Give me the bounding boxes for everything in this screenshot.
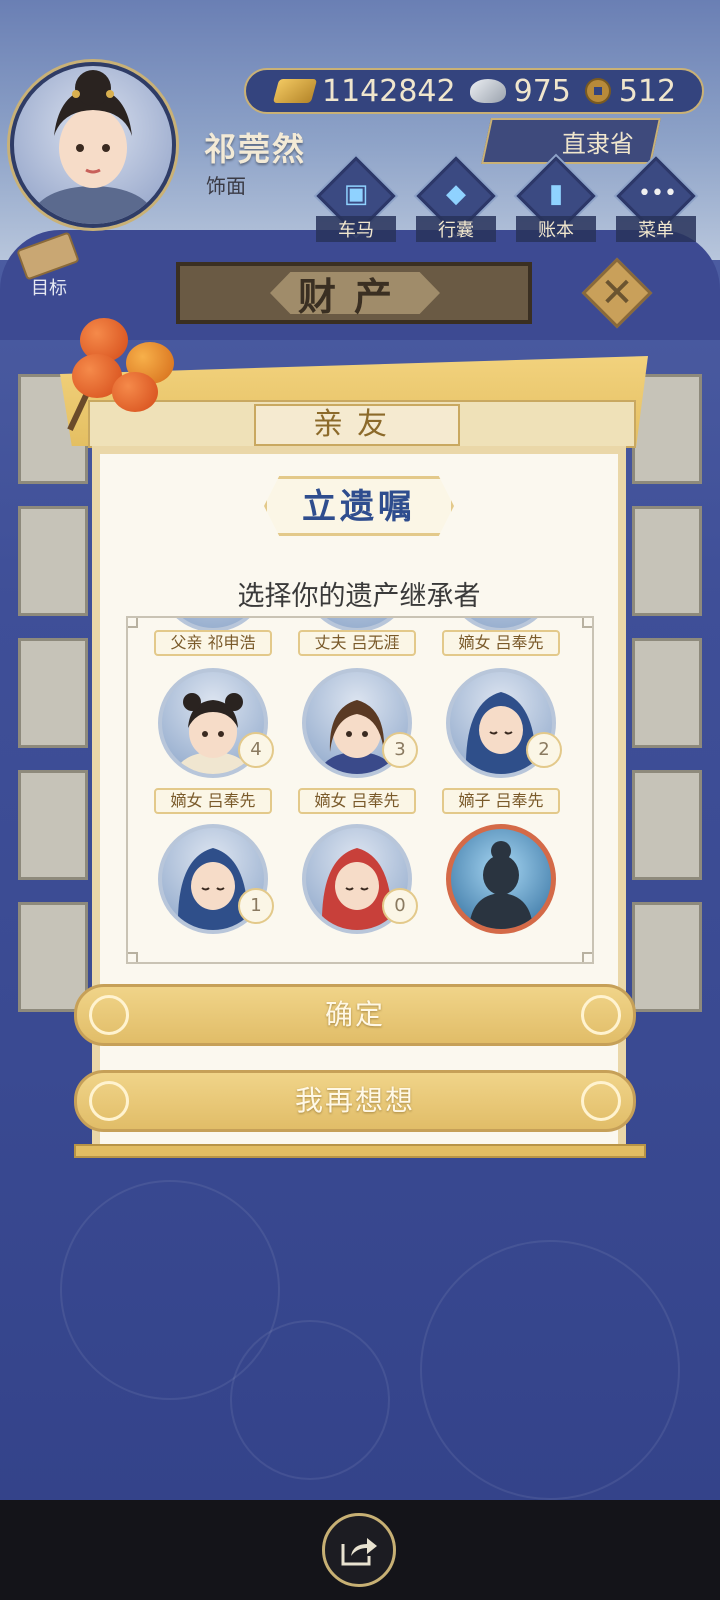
share-button[interactable] <box>322 1513 396 1587</box>
property-banner-label: 财产 <box>297 273 410 319</box>
close-icon: ✕ <box>600 270 634 316</box>
nav-carriage[interactable]: ▣ 车马 <box>316 156 396 242</box>
gold-ingot-icon <box>272 79 318 103</box>
button-ornament <box>89 995 129 1035</box>
copper-amount: 512 <box>618 73 677 109</box>
player-avatar[interactable] <box>10 62 176 228</box>
reconsider-button[interactable]: 我再想想 <box>74 1070 636 1132</box>
panel-corner <box>582 952 592 962</box>
property-banner: 财产 <box>176 262 532 324</box>
goal-label: 目标 <box>31 278 67 299</box>
goal-button[interactable]: 目标 <box>14 231 84 300</box>
heir-label: 嫡子 吕奉先 <box>442 788 560 814</box>
nav-label: 车马 <box>316 216 396 242</box>
heir-rank-badge: 4 <box>238 732 274 768</box>
heir-label: 嫡女 吕奉先 <box>154 788 272 814</box>
heir-label: 父亲 祁申浩 <box>154 630 272 656</box>
button-ornament <box>581 995 621 1035</box>
ledger-icon: ▮ <box>548 179 564 209</box>
heir-label: 嫡女 吕奉先 <box>442 630 560 656</box>
property-slot <box>18 506 88 616</box>
heir-list[interactable]: 父亲 祁申浩 丈夫 吕无涯 嫡女 吕奉先 4 3 2 嫡女 吕奉先 嫡女 吕奉先… <box>126 616 594 964</box>
location-button[interactable]: 直隶省 <box>481 118 661 164</box>
heir-prompt: 选择你的遗产继承者 <box>237 581 481 612</box>
dialog-base <box>74 1144 646 1158</box>
location-label: 直隶省 <box>562 129 634 158</box>
currency-bar: 1142842 975 512 <box>244 68 704 114</box>
button-ornament <box>581 1081 621 1121</box>
persimmon-icon <box>112 372 158 412</box>
player-title: 饰面 <box>206 174 246 198</box>
property-slot <box>632 902 702 1012</box>
player-name: 祁莞然 <box>204 130 307 168</box>
heir-silhouette[interactable] <box>446 824 556 934</box>
swirl-decoration <box>420 1240 680 1500</box>
heir-label: 嫡女 吕奉先 <box>298 788 416 814</box>
share-icon <box>341 1538 377 1566</box>
property-slot <box>18 638 88 748</box>
dialog-tab: 亲友 <box>254 404 460 446</box>
nav-label: 账本 <box>516 216 596 242</box>
confirm-button[interactable]: 确定 <box>74 984 636 1046</box>
property-slot <box>632 770 702 880</box>
panel-corner <box>128 952 138 962</box>
heir-rank-badge: 3 <box>382 732 418 768</box>
reconsider-label: 我再想想 <box>294 1084 415 1117</box>
property-slot <box>18 770 88 880</box>
property-slot <box>18 902 88 1012</box>
will-title: 立遗嘱 <box>264 476 454 536</box>
nav-row: ▣ 车马 ◆ 行囊 ▮ 账本 ••• 菜单 <box>316 156 696 242</box>
nav-menu[interactable]: ••• 菜单 <box>616 156 696 242</box>
confirm-label: 确定 <box>324 998 385 1031</box>
nav-label: 菜单 <box>616 216 696 242</box>
copper-coin-icon <box>584 78 611 104</box>
property-slot <box>632 638 702 748</box>
carriage-icon: ▣ <box>343 179 369 209</box>
nav-bag[interactable]: ◆ 行囊 <box>416 156 496 242</box>
bag-icon: ◆ <box>446 179 466 209</box>
button-ornament <box>89 1081 129 1121</box>
heir-rank-badge: 2 <box>526 732 562 768</box>
property-slot <box>632 506 702 616</box>
heir-label: 丈夫 吕无涯 <box>298 630 416 656</box>
gold-amount: 1142842 <box>322 73 456 109</box>
nav-ledger[interactable]: ▮ 账本 <box>516 156 596 242</box>
heir-rank-badge: 0 <box>382 888 418 924</box>
silver-ingot-icon <box>469 79 506 103</box>
menu-icon: ••• <box>638 181 677 206</box>
silver-amount: 975 <box>513 73 571 109</box>
nav-label: 行囊 <box>416 216 496 242</box>
panel-corner <box>582 618 592 628</box>
panel-corner <box>128 618 138 628</box>
heir-rank-badge: 1 <box>238 888 274 924</box>
swirl-decoration <box>230 1320 390 1480</box>
